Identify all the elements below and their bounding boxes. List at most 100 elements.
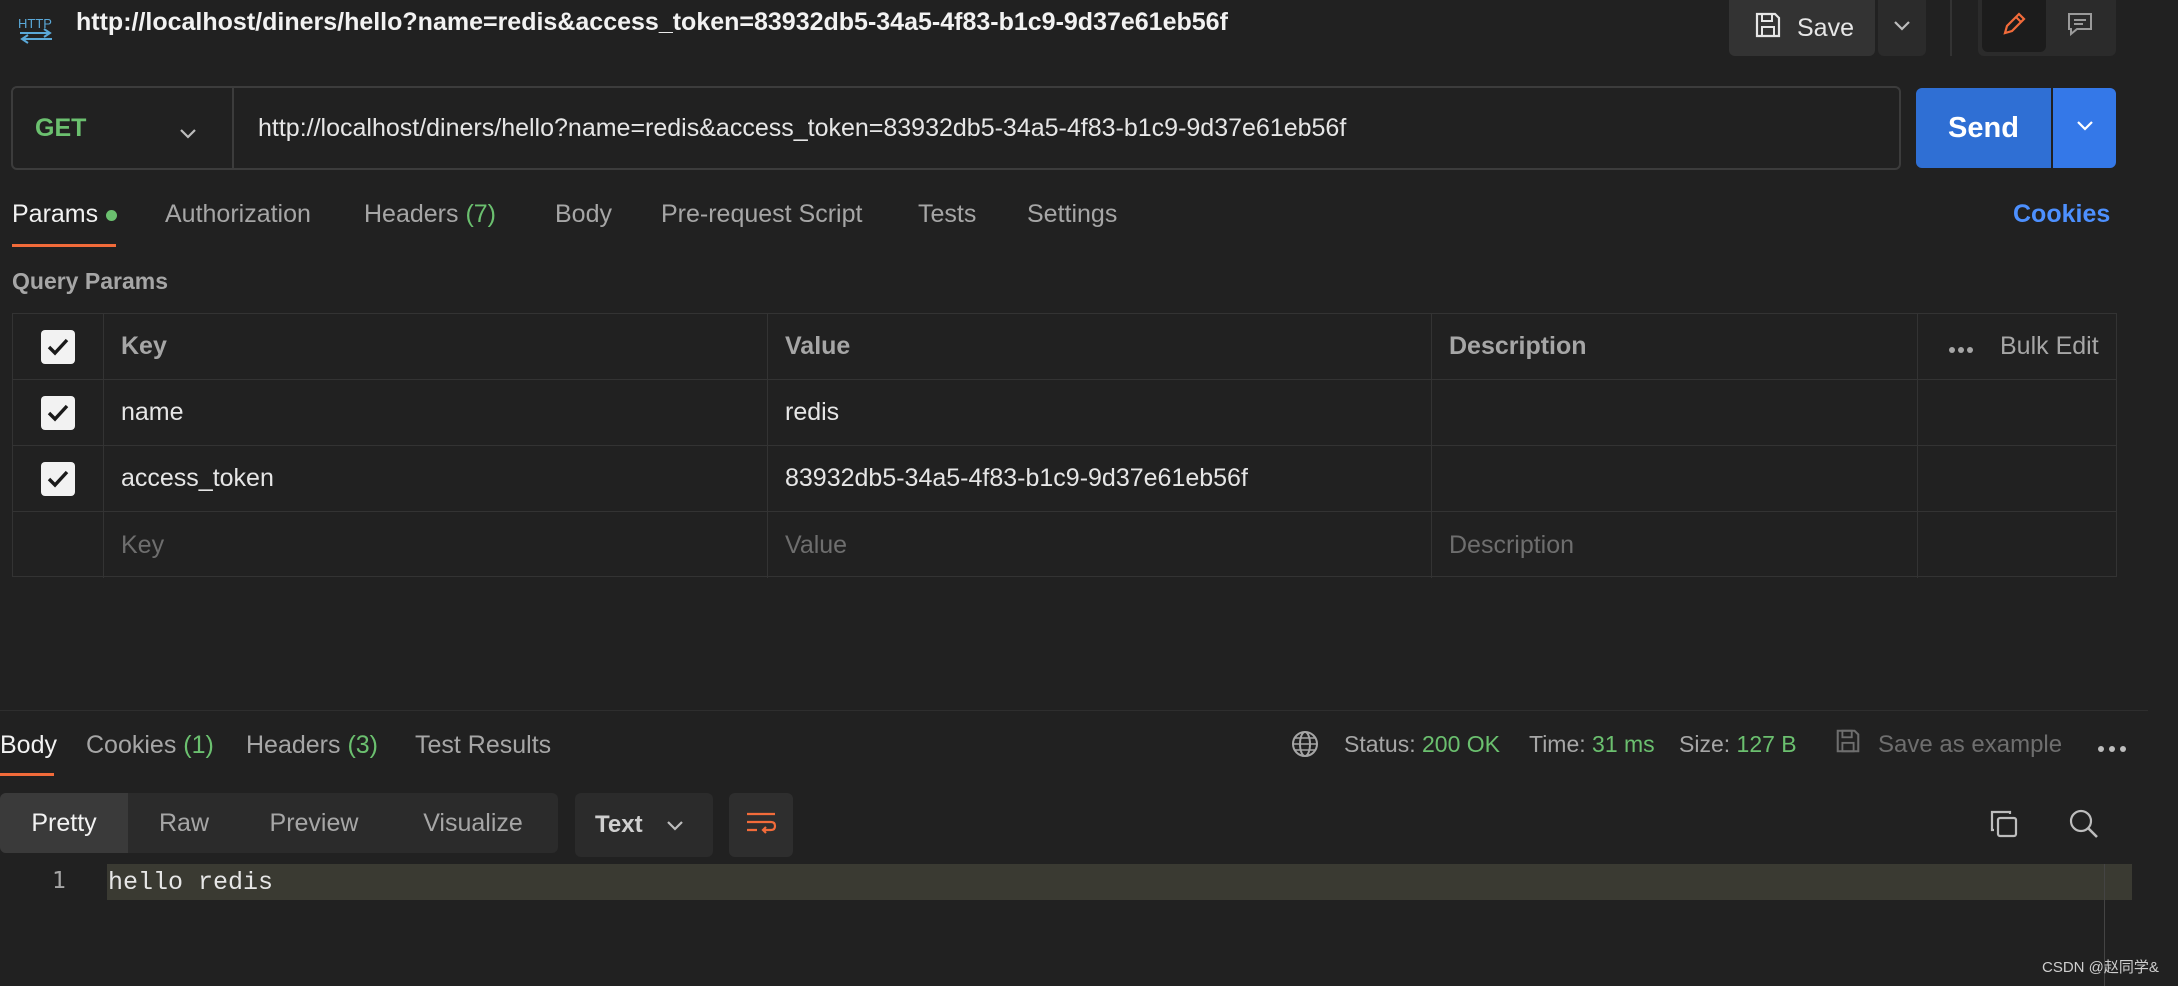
select-all-checkbox[interactable] xyxy=(41,329,75,364)
mode-toggle-group xyxy=(1978,0,2116,56)
method-select[interactable]: GET xyxy=(13,88,234,168)
row-checkbox[interactable] xyxy=(41,461,75,496)
search-icon[interactable] xyxy=(2068,808,2100,845)
request-title[interactable]: http://localhost/diners/hello?name=redis… xyxy=(76,8,1228,37)
copy-icon[interactable] xyxy=(1988,808,2020,845)
save-icon xyxy=(1753,10,1783,47)
response-tab-test-results[interactable]: Test Results xyxy=(415,731,551,760)
row-checkbox-cell xyxy=(13,380,104,445)
tab-active-indicator xyxy=(12,244,116,247)
view-mode-pretty[interactable]: Pretty xyxy=(0,793,128,853)
status-label: Status: xyxy=(1344,731,1416,757)
chevron-down-icon xyxy=(178,118,198,147)
tab-tests[interactable]: Tests xyxy=(918,200,976,229)
time-label: Time: xyxy=(1529,731,1586,757)
cookies-link[interactable]: Cookies xyxy=(2013,200,2110,229)
status-value: 200 OK xyxy=(1422,731,1500,757)
code-line-highlight xyxy=(107,864,2132,900)
chevron-down-icon xyxy=(665,811,685,839)
view-mode-raw[interactable]: Raw xyxy=(128,793,240,853)
chevron-down-icon xyxy=(2075,119,2095,137)
wrap-lines-icon xyxy=(745,809,777,842)
row-actions-cell xyxy=(1918,446,2118,511)
response-more-icon[interactable] xyxy=(2097,740,2127,758)
response-tab-headers-label: Headers xyxy=(246,731,341,759)
query-params-table: Key Value Description Bulk Edit name red… xyxy=(12,313,2117,578)
response-tab-cookies-count: (1) xyxy=(183,731,214,759)
tab-body[interactable]: Body xyxy=(555,200,612,229)
response-tab-cookies[interactable]: Cookies (1) xyxy=(86,731,214,760)
query-params-label: Query Params xyxy=(12,268,168,294)
response-size: Size: 127 B xyxy=(1679,731,1797,758)
wrap-lines-button[interactable] xyxy=(729,793,793,857)
row-actions-cell xyxy=(1918,512,2118,578)
more-options-icon[interactable] xyxy=(1948,332,1974,361)
save-as-example-button[interactable]: Save as example xyxy=(1834,727,2062,762)
tab-params[interactable]: Params xyxy=(12,200,118,229)
bulk-edit-button[interactable]: Bulk Edit xyxy=(2000,332,2099,361)
save-label: Save xyxy=(1797,13,1854,42)
size-value: 127 B xyxy=(1736,731,1797,757)
tab-headers[interactable]: Headers (7) xyxy=(364,200,496,229)
column-header-description: Description xyxy=(1432,314,1918,379)
view-mode-visualize[interactable]: Visualize xyxy=(388,793,558,853)
edit-mode-button[interactable] xyxy=(1982,0,2046,52)
tab-params-label: Params xyxy=(12,200,99,228)
size-label: Size: xyxy=(1679,731,1731,757)
response-status: Status: 200 OK xyxy=(1344,731,1500,758)
param-description-cell[interactable] xyxy=(1432,380,1918,445)
new-key-input[interactable]: Key xyxy=(104,512,768,578)
toolbar-divider xyxy=(1950,0,1952,56)
param-value-cell[interactable]: 83932db5-34a5-4f83-b1c9-9d37e61eb56f xyxy=(768,446,1432,511)
new-value-input[interactable]: Value xyxy=(768,512,1432,578)
table-row: access_token 83932db5-34a5-4f83-b1c9-9d3… xyxy=(13,446,2116,512)
response-time: Time: 31 ms xyxy=(1529,731,1655,758)
tab-settings[interactable]: Settings xyxy=(1027,200,1117,229)
watermark: CSDN @赵同学& xyxy=(2042,959,2159,976)
save-button[interactable]: Save xyxy=(1729,0,1875,56)
response-tab-active-indicator xyxy=(0,773,54,776)
view-mode-preview[interactable]: Preview xyxy=(240,793,388,853)
url-input[interactable]: http://localhost/diners/hello?name=redis… xyxy=(234,114,1346,143)
select-all-checkbox-cell xyxy=(13,314,104,379)
save-options-button[interactable] xyxy=(1878,0,1926,56)
column-header-key: Key xyxy=(104,314,768,379)
send-button[interactable]: Send xyxy=(1916,88,2051,168)
new-description-input[interactable]: Description xyxy=(1432,512,1918,578)
param-description-cell[interactable] xyxy=(1432,446,1918,511)
tab-headers-count: (7) xyxy=(465,200,497,228)
tab-authorization[interactable]: Authorization xyxy=(165,200,311,229)
format-label: Text xyxy=(595,811,643,838)
globe-icon[interactable] xyxy=(1290,729,1320,764)
comment-mode-button[interactable] xyxy=(2048,0,2112,52)
save-as-example-label: Save as example xyxy=(1878,730,2063,758)
tab-pre-request-script[interactable]: Pre-request Script xyxy=(661,200,862,229)
comment-icon xyxy=(2065,9,2095,44)
table-row: name redis xyxy=(13,380,2116,446)
response-view-modes: Pretty Raw Preview Visualize xyxy=(0,793,558,853)
row-checkbox[interactable] xyxy=(41,395,75,430)
response-tab-headers-count: (3) xyxy=(347,731,379,759)
column-header-value: Value xyxy=(768,314,1432,379)
param-value-cell[interactable]: redis xyxy=(768,380,1432,445)
response-format-select[interactable]: Text xyxy=(575,793,713,857)
http-request-icon: HTTP xyxy=(14,6,58,46)
tab-headers-label: Headers xyxy=(364,200,459,228)
response-tab-body[interactable]: Body xyxy=(0,731,57,760)
time-value: 31 ms xyxy=(1592,731,1655,757)
response-body-text[interactable]: hello redis xyxy=(108,868,273,897)
response-divider xyxy=(0,710,2148,711)
row-actions-cell xyxy=(1918,380,2118,445)
param-key-cell[interactable]: access_token xyxy=(104,446,768,511)
table-header-row: Key Value Description Bulk Edit xyxy=(13,314,2116,380)
send-options-button[interactable] xyxy=(2053,88,2116,168)
params-active-dot xyxy=(106,209,118,221)
param-key-cell[interactable]: name xyxy=(104,380,768,445)
bulk-edit-area: Bulk Edit xyxy=(1918,314,2118,379)
response-tab-headers[interactable]: Headers (3) xyxy=(246,731,378,760)
response-tab-cookies-label: Cookies xyxy=(86,731,177,759)
url-bar: GET http://localhost/diners/hello?name=r… xyxy=(11,86,1901,170)
line-number: 1 xyxy=(52,868,66,894)
new-param-row: Key Value Description xyxy=(13,512,2116,578)
empty-checkbox-cell xyxy=(13,512,104,578)
